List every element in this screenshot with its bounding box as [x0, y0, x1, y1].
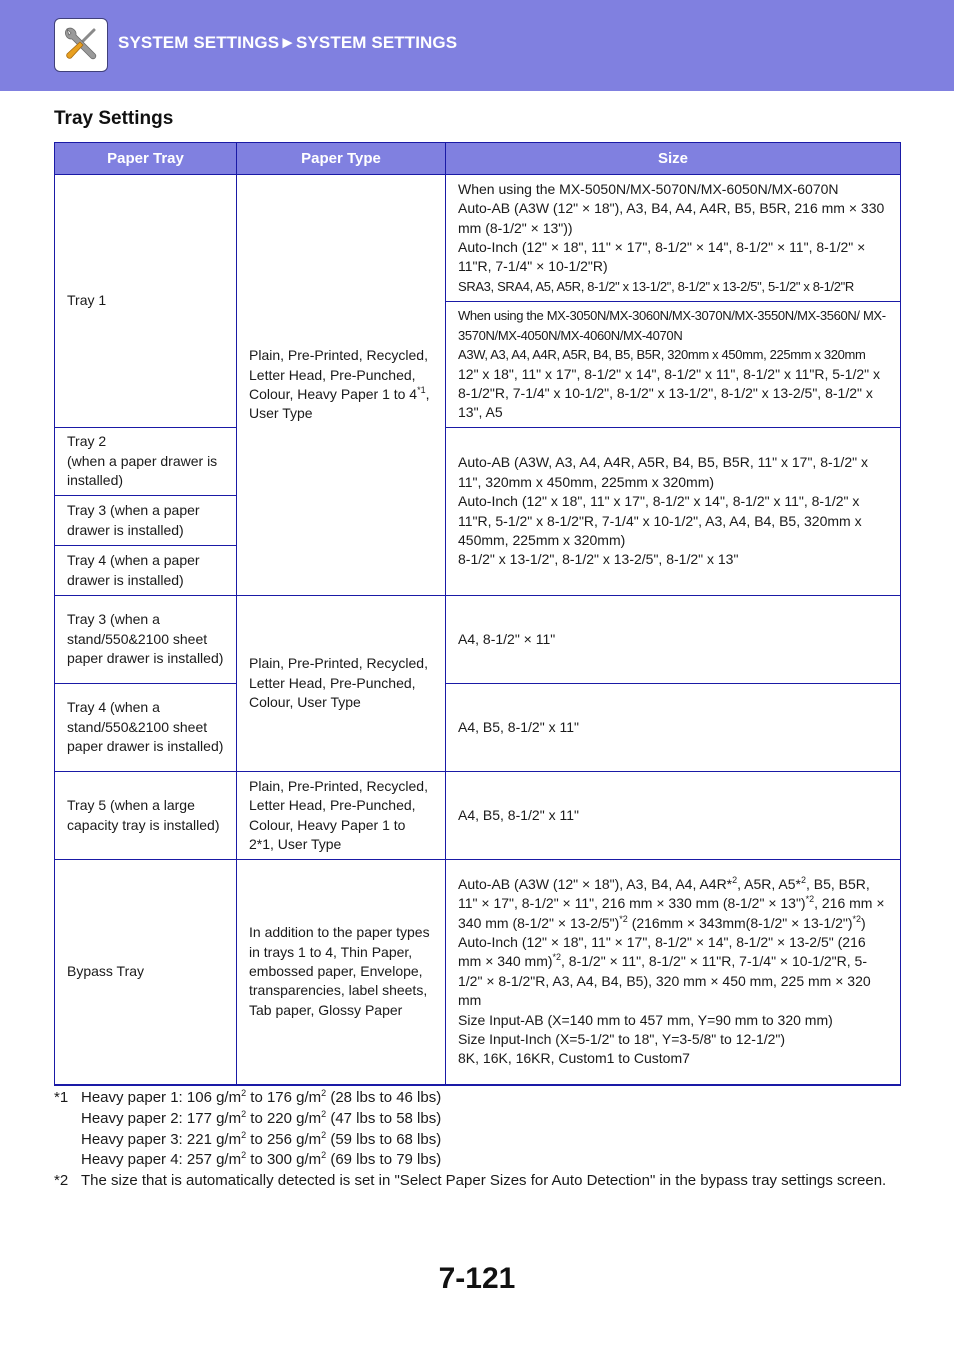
table-header-row: Paper Tray Paper Type Size	[54, 142, 901, 175]
tools-icon	[54, 18, 108, 72]
column-header-size: Size	[445, 142, 901, 175]
tray-cell: Tray 3 (when a paper drawer is installed…	[54, 495, 237, 546]
type-cell: In addition to the paper types in trays …	[236, 859, 446, 1086]
size-cell: Auto-AB (A3W, A3, A4, A4R, A5R, B4, B5, …	[445, 427, 901, 596]
table-row: Tray 2 (when a paper drawer is installed…	[54, 427, 901, 596]
footnote-2: *2 The size that is automatically detect…	[54, 1172, 887, 1190]
size-cell: When using the MX-3050N/MX-3060N/MX-3070…	[445, 301, 901, 428]
tray-settings-table: Paper Tray Paper Type Size Tray 1 Plain,…	[54, 142, 901, 1086]
type-cell: Plain, Pre-Printed, Recycled, Letter Hea…	[236, 771, 446, 860]
breadcrumb: SYSTEM SETTINGS►SYSTEM SETTINGS	[118, 33, 458, 52]
size-cell: When using the MX-5050N/MX-5070N/MX-6050…	[445, 174, 901, 302]
tray-cell: Bypass Tray	[54, 859, 237, 1086]
table-row: Tray 4 (when a stand/550&2100 sheet pape…	[54, 683, 901, 772]
table-row: Tray 1 Plain, Pre-Printed, Recycled, Let…	[54, 174, 901, 596]
column-header-paper-type: Paper Type	[236, 142, 446, 175]
table-row: Tray 3 (when a stand/550&2100 sheet pape…	[54, 595, 901, 772]
tray-cell: Tray 2 (when a paper drawer is installed…	[54, 427, 237, 496]
tray-cell: Tray 4 (when a stand/550&2100 sheet pape…	[54, 683, 237, 772]
tray-cell: Tray 1	[54, 174, 237, 428]
header-band: SYSTEM SETTINGS►SYSTEM SETTINGS	[0, 0, 954, 91]
page-number: 7-121	[438, 1262, 516, 1295]
tray-cell: Tray 4 (when a paper drawer is installed…	[54, 545, 237, 596]
column-header-paper-tray: Paper Tray	[54, 142, 237, 175]
size-cell: A4, B5, 8-1/2" x 11"	[445, 771, 901, 860]
size-cell: A4, 8-1/2" × 11"	[445, 595, 901, 684]
section-title: Tray Settings	[54, 108, 174, 129]
table-row: Bypass Tray In addition to the paper typ…	[54, 859, 901, 1086]
footnote-1: *1 Heavy paper 1: 106 g/m2 to 176 g/m2 (…	[54, 1088, 442, 1169]
table-row: Tray 5 (when a large capacity tray is in…	[54, 771, 901, 860]
type-cell: Plain, Pre-Printed, Recycled, Letter Hea…	[236, 174, 446, 596]
tray-cell: Tray 5 (when a large capacity tray is in…	[54, 771, 237, 860]
type-cell: Plain, Pre-Printed, Recycled, Letter Hea…	[236, 595, 446, 772]
footnotes: *1 Heavy paper 1: 106 g/m2 to 176 g/m2 (…	[54, 1088, 900, 1192]
size-cell: A4, B5, 8-1/2" x 11"	[445, 683, 901, 772]
size-cell: Auto-AB (A3W (12" × 18"), A3, B4, A4, A4…	[445, 859, 901, 1086]
tray-cell: Tray 3 (when a stand/550&2100 sheet pape…	[54, 595, 237, 684]
